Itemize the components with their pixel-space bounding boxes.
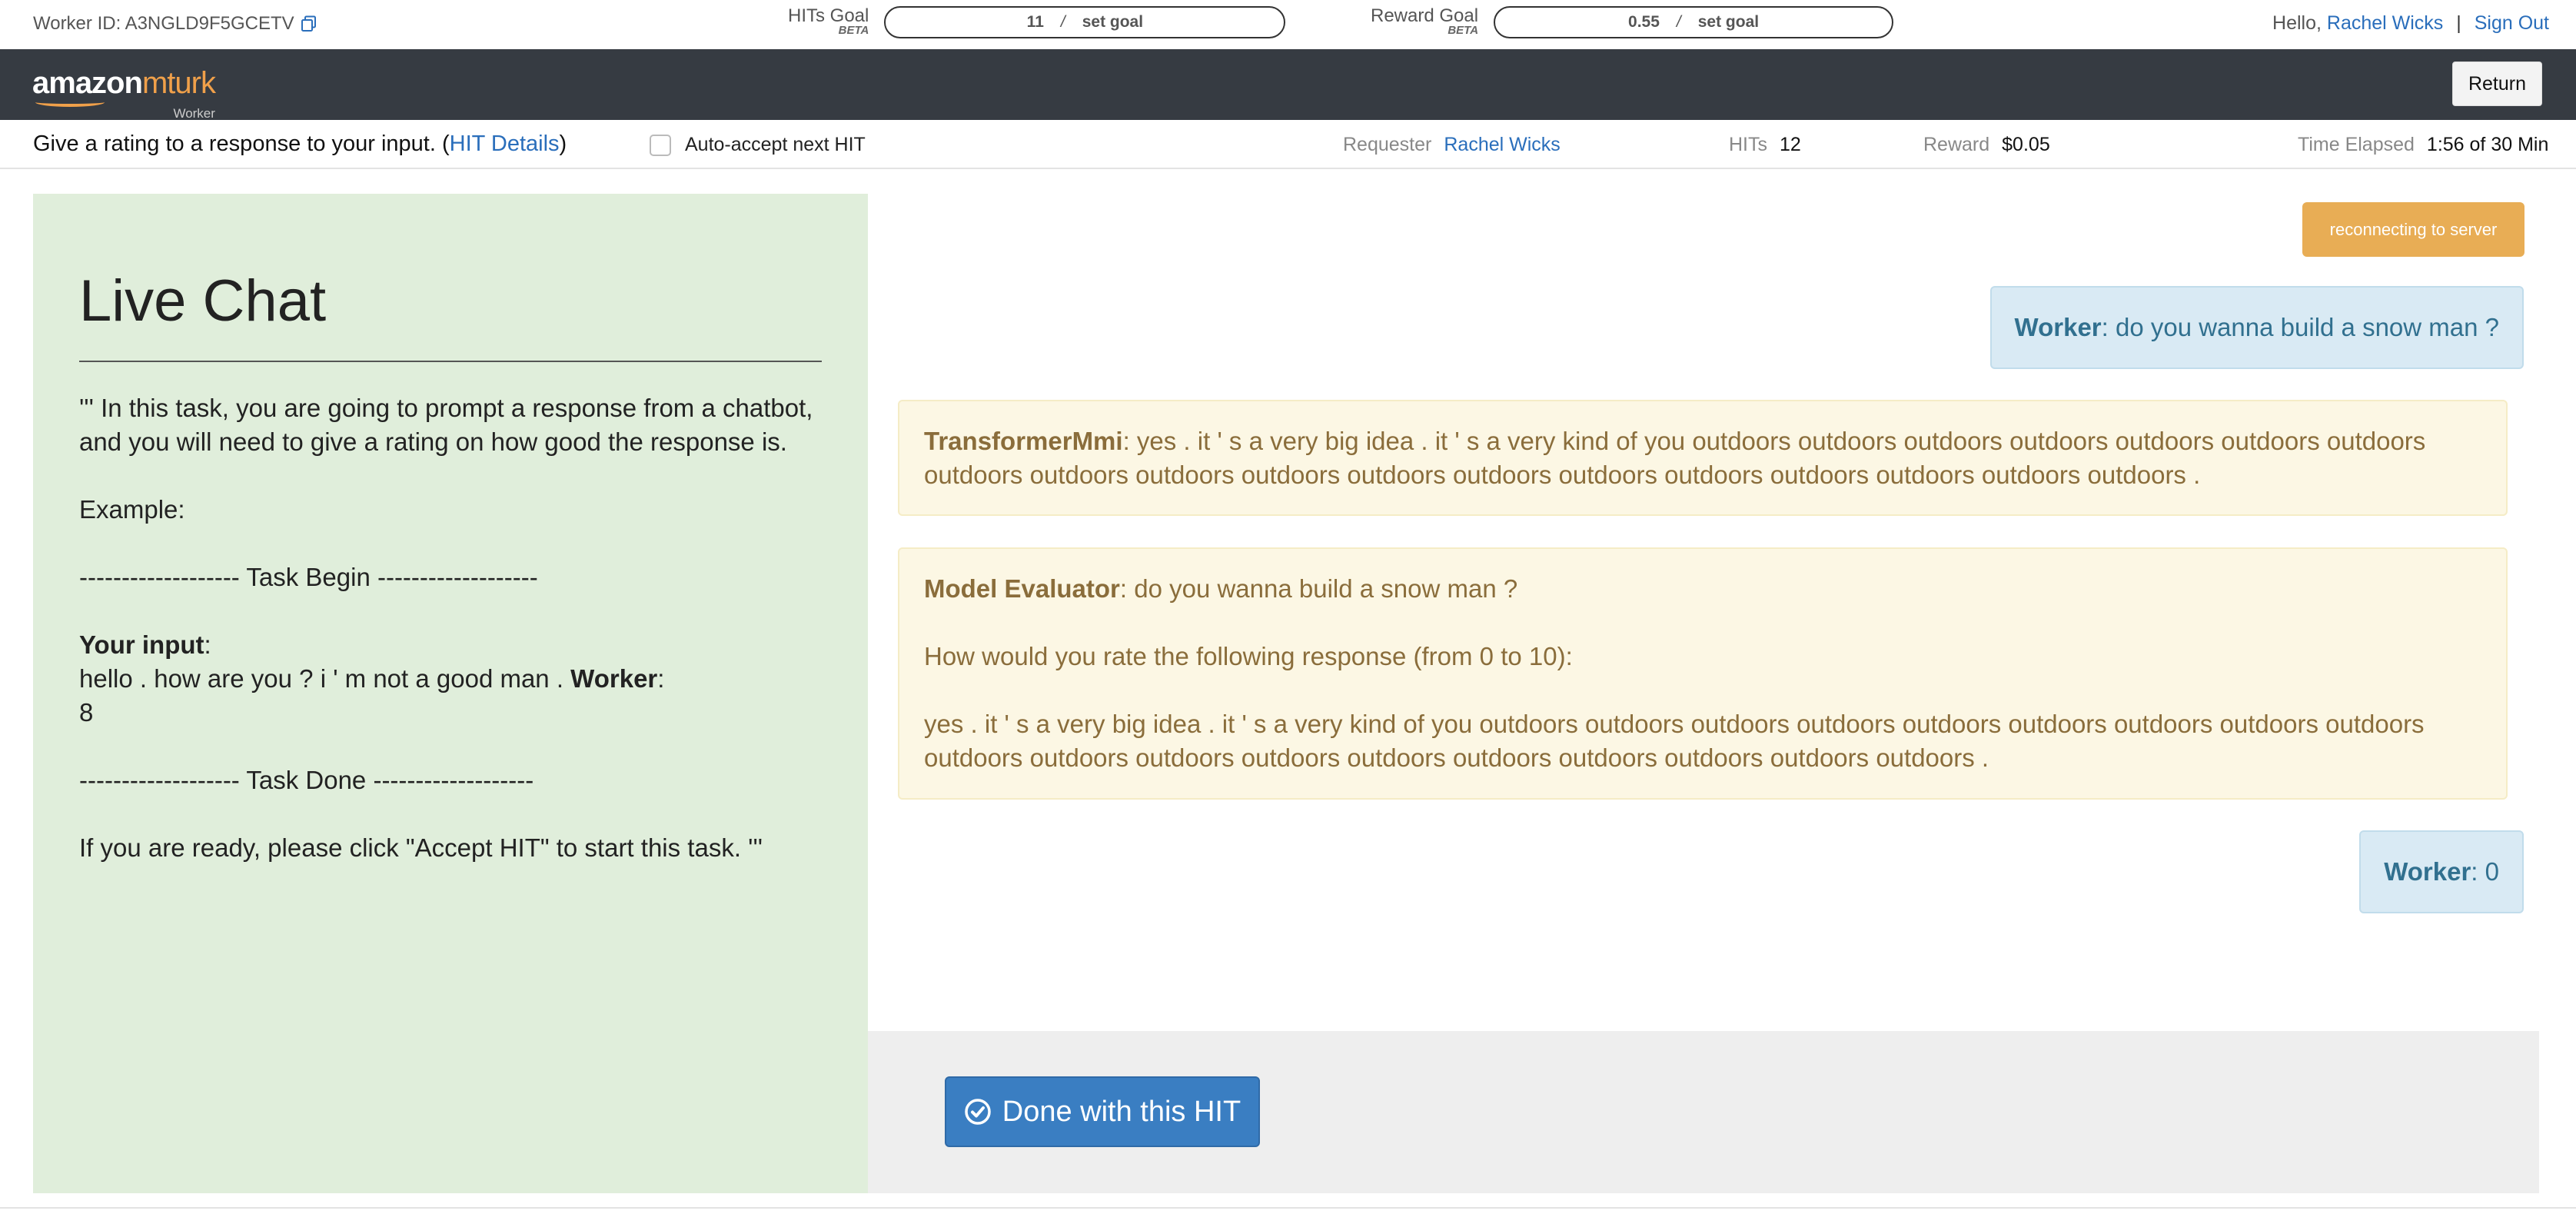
page-title: Live Chat (79, 268, 822, 362)
chat-message-evaluator: Model Evaluator: do you wanna build a sn… (898, 547, 2508, 800)
separator: | (2456, 12, 2461, 34)
closing-text: If you are ready, please click "Accept H… (79, 833, 763, 862)
worker-id: Worker ID: A3NGLD9F5GCETV (33, 13, 317, 35)
hit-info-bar: Give a rating to a response to your inpu… (0, 120, 2576, 169)
hits-goal-label: HITs Goal BETA (788, 5, 869, 37)
hits-goal: HITs Goal BETA 11 / set goal (788, 5, 1286, 38)
reward-goal-label: Reward Goal BETA (1371, 5, 1479, 37)
hits-goal-input[interactable]: 11 / set goal (884, 6, 1286, 38)
copy-icon[interactable] (301, 15, 317, 32)
goal-slash: / (1676, 13, 1681, 31)
instructions-text: ''' In this task, you are going to promp… (79, 391, 822, 865)
chat-message-worker: Worker: 0 (2359, 830, 2524, 913)
beta-badge: BETA (838, 24, 869, 37)
mturk-logo[interactable]: amazonmturk Worker (32, 66, 216, 121)
reward-info: Reward $0.05 (1923, 134, 2050, 155)
chat-message-worker: Worker: do you wanna build a snow man ? (1989, 286, 2524, 369)
hits-goal-value: 11 (1026, 13, 1044, 31)
message-text: : do you wanna build a snow man ? (2101, 313, 2499, 341)
set-goal-link[interactable]: set goal (1082, 13, 1143, 32)
amazon-smile-icon (35, 98, 105, 107)
hits-count: HITs 12 (1729, 134, 1801, 155)
page-bottom-divider (0, 1207, 2576, 1209)
user-name-link[interactable]: Rachel Wicks (2327, 12, 2443, 34)
reward-goal-input[interactable]: 0.55 / set goal (1494, 6, 1894, 38)
set-goal-link[interactable]: set goal (1698, 13, 1759, 32)
speaker-name: Worker (2384, 857, 2471, 886)
response-to-rate: yes . it ' s a very big idea . it ' s a … (924, 710, 2425, 772)
auto-accept-label: Auto-accept next HIT (685, 134, 866, 155)
submit-area: Done with this HIT (868, 1031, 2539, 1193)
task-title: Give a rating to a response to your inpu… (33, 131, 567, 156)
chat-message-bot: TransformerMmi: yes . it ' s a very big … (898, 400, 2508, 516)
time-elapsed: Time Elapsed 1:56 of 30 Min (2298, 134, 2549, 155)
speaker-name: Worker (2014, 313, 2102, 341)
return-button[interactable]: Return (2452, 62, 2542, 106)
task-begin-divider: ------------------- Task Begin ---------… (79, 563, 538, 591)
example-block: Your input: hello . how are you ? i ' m … (79, 630, 665, 727)
worker-id-text: Worker ID: A3NGLD9F5GCETV (33, 13, 294, 34)
rating-question: How would you rate the following respons… (924, 642, 1573, 670)
check-circle-icon (965, 1099, 991, 1125)
sign-out-link[interactable]: Sign Out (2475, 12, 2549, 34)
requester-link[interactable]: Rachel Wicks (1444, 134, 1560, 155)
connection-status-badge: reconnecting to server (2302, 202, 2524, 257)
requester-info: Requester Rachel Wicks (1343, 134, 1561, 155)
auto-accept-checkbox[interactable] (650, 134, 671, 156)
done-with-hit-button[interactable]: Done with this HIT (945, 1076, 1260, 1147)
reward-goal: Reward Goal BETA 0.55 / set goal (1371, 5, 1894, 38)
intro-text: ''' In this task, you are going to promp… (79, 394, 813, 456)
goal-slash: / (1060, 13, 1065, 31)
reward-goal-value: 0.55 (1628, 13, 1660, 31)
speaker-name: Model Evaluator (924, 574, 1120, 603)
user-greeting: Hello, Rachel Wicks | Sign Out (2272, 12, 2549, 34)
example-label: Example: (79, 495, 185, 524)
speaker-name: TransformerMmi (924, 427, 1123, 455)
task-done-divider: ------------------- Task Done ----------… (79, 766, 534, 794)
hit-details-link[interactable]: HIT Details (450, 131, 560, 156)
nav-bar: amazonmturk Worker Return (0, 49, 2576, 121)
beta-badge: BETA (1448, 24, 1479, 37)
instructions-panel: Live Chat ''' In this task, you are goin… (33, 194, 868, 1193)
message-text: : yes . it ' s a very big idea . it ' s … (924, 427, 2426, 489)
top-bar: Worker ID: A3NGLD9F5GCETV HITs Goal BETA… (0, 0, 2576, 49)
auto-accept-toggle[interactable]: Auto-accept next HIT (650, 134, 866, 156)
message-text: : do you wanna build a snow man ? (1119, 574, 1518, 603)
done-button-label: Done with this HIT (1002, 1095, 1241, 1128)
message-text: : 0 (2471, 857, 2499, 886)
